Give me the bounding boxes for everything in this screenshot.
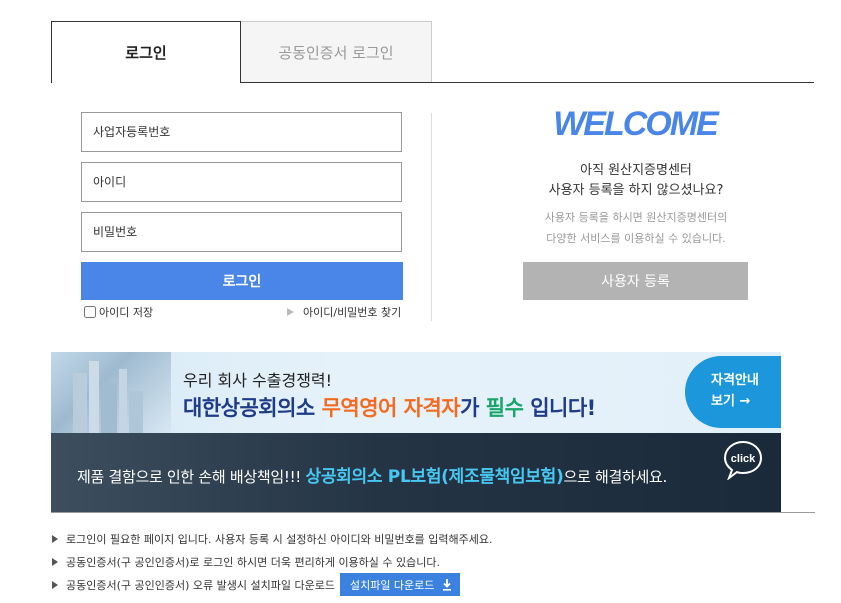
welcome-title: WELCOME	[553, 105, 719, 143]
welcome-line1: 아직 원산지증명센터	[580, 163, 692, 178]
password-input[interactable]	[81, 212, 402, 252]
login-button[interactable]: 로그인	[81, 262, 403, 300]
tab-login[interactable]: 로그인	[51, 21, 241, 83]
business-number-input[interactable]	[81, 112, 402, 152]
exam-banner-line2: 대한상공회의소 무역영어 자격자가 필수 입니다!	[183, 392, 596, 422]
insurance-part3: 으로 해결하세요.	[563, 468, 668, 486]
find-account-link[interactable]: 아이디/비밀번호 찾기	[287, 304, 401, 320]
exam-banner-line1: 우리 회사 수출경쟁력!	[183, 371, 333, 390]
insurance-banner[interactable]: 제품 결함으로 인한 손해 배상책임!!! 상공회의소 PL보험(제조물책임보험…	[51, 433, 781, 512]
register-button[interactable]: 사용자 등록	[523, 262, 748, 300]
section-divider	[51, 512, 815, 513]
find-account-label: 아이디/비밀번호 찾기	[303, 306, 402, 319]
welcome-line2: 사용자 등록을 하지 않으셨나요?	[548, 183, 724, 198]
vertical-divider	[431, 113, 432, 321]
welcome-desc2: 다양한 서비스를 이용하실 수 있습니다.	[546, 232, 726, 245]
tab-cert-login-label: 공동인증서 로그인	[278, 43, 394, 62]
triangle-right-icon	[52, 558, 58, 566]
remember-id-label: 아이디 저장	[99, 306, 154, 319]
exam-info-line2: 보기 →	[711, 394, 751, 409]
city-skyline-image	[51, 352, 171, 433]
remember-id-checkbox[interactable]	[84, 306, 96, 318]
tab-cert-login[interactable]: 공동인증서 로그인	[240, 21, 432, 82]
download-installer-button[interactable]: 설치파일 다운로드	[339, 573, 461, 596]
click-bubble-icon[interactable]: click	[723, 440, 763, 480]
tab-underline	[240, 82, 814, 83]
tab-login-label: 로그인	[125, 44, 167, 62]
download-installer-label: 설치파일 다운로드	[349, 578, 435, 592]
download-icon	[443, 578, 452, 591]
id-input[interactable]	[81, 162, 402, 202]
exam-banner-part2: 무역영어 자격자	[321, 396, 461, 420]
exam-banner-part4: 필수	[485, 396, 524, 420]
exam-banner-part3: 가	[460, 396, 486, 420]
insurance-part2: 상공회의소 PL보험(제조물책임보험)	[305, 467, 564, 487]
notice-login-required: 로그인이 필요한 페이지 입니다. 사용자 등록 시 설정하신 아이디와 비밀번…	[52, 531, 493, 547]
welcome-desc1: 사용자 등록을 하시면 원산지증명센터의	[544, 211, 728, 224]
notice-3-text: 공동인증서(구 공인인증서) 오류 발생시 설치파일 다운로드	[66, 578, 335, 592]
exam-banner-part1: 대한상공회의소	[183, 396, 322, 420]
triangle-right-icon	[287, 308, 294, 316]
exam-info-line1: 자격안내	[711, 373, 759, 388]
insurance-part1: 제품 결함으로 인한 손해 배상책임!!!	[77, 468, 306, 486]
notice-1-text: 로그인이 필요한 페이지 입니다. 사용자 등록 시 설정하신 아이디와 비밀번…	[66, 533, 493, 546]
triangle-right-icon	[52, 580, 58, 589]
click-label: click	[731, 453, 756, 465]
exam-info-button[interactable]: 자격안내 보기 →	[685, 356, 781, 428]
notice-cert-login: 공동인증서(구 공인인증서)로 로그인 하시면 더욱 편리하게 이용하실 수 있…	[52, 554, 440, 570]
triangle-right-icon	[52, 535, 58, 543]
remember-id[interactable]: 아이디 저장	[84, 304, 153, 320]
exam-banner-part5: 입니다!	[523, 396, 596, 420]
exam-banner[interactable]: 우리 회사 수출경쟁력! 대한상공회의소 무역영어 자격자가 필수 입니다! 자…	[51, 352, 781, 433]
insurance-banner-text: 제품 결함으로 인한 손해 배상책임!!! 상공회의소 PL보험(제조물책임보험…	[77, 462, 667, 487]
notice-2-text: 공동인증서(구 공인인증서)로 로그인 하시면 더욱 편리하게 이용하실 수 있…	[66, 556, 441, 569]
notice-cert-error: 공동인증서(구 공인인증서) 오류 발생시 설치파일 다운로드 설치파일 다운로…	[52, 573, 461, 596]
